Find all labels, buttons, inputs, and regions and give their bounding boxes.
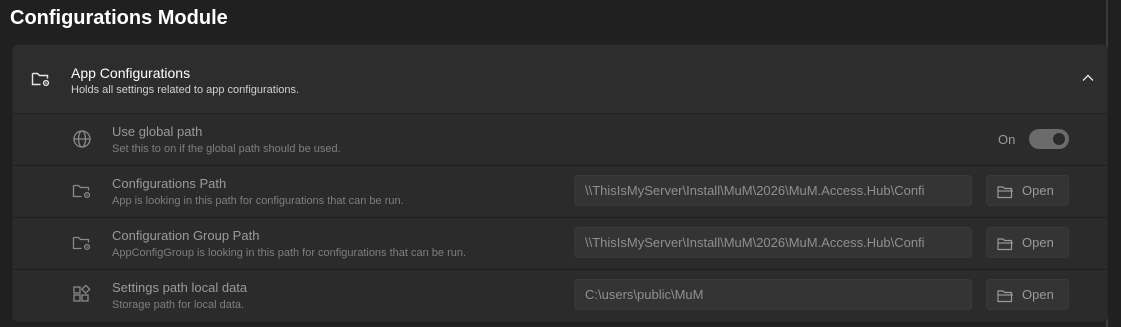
setting-title: Configuration Group Path [112, 228, 260, 243]
section-title: App Configurations [71, 65, 191, 81]
setting-title: Settings path local data [112, 280, 248, 295]
section-subtitle: Holds all settings related to app config… [71, 84, 300, 96]
setting-description: App is looking in this path for configur… [112, 195, 404, 207]
setting-description: AppConfigGroup is looking in this path f… [112, 247, 467, 259]
app-configurations-header[interactable]: App Configurations Holds all settings re… [13, 45, 1107, 114]
setting-row-configuration-group-path: Configuration Group Path AppConfigGroup … [13, 217, 1107, 269]
setting-title: Use global path [112, 124, 203, 139]
open-configuration-group-path-button[interactable]: Open [986, 227, 1069, 258]
setting-row-local-data: Settings path local data Storage path fo… [13, 269, 1107, 321]
app-configurations-panel: App Configurations Holds all settings re… [12, 44, 1108, 322]
setting-description: Storage path for local data. [112, 299, 245, 311]
open-button-label: Open [1022, 287, 1054, 302]
apps-add-icon [71, 285, 93, 305]
chevron-up-icon[interactable] [1081, 71, 1095, 85]
globe-icon [71, 129, 93, 149]
folder-open-icon [997, 237, 1014, 251]
setting-row-global-path: Use global path Set this to on if the gl… [13, 113, 1107, 165]
folder-open-icon [997, 289, 1014, 303]
folder-settings-icon [71, 181, 93, 201]
setting-title: Configurations Path [112, 176, 227, 191]
use-global-path-toggle[interactable] [1029, 129, 1069, 149]
configuration-group-path-field[interactable]: \\ThisIsMyServer\Install\MuM\2026\MuM.Ac… [574, 227, 972, 258]
setting-description: Set this to on if the global path should… [112, 143, 341, 155]
open-configurations-path-button[interactable]: Open [986, 175, 1069, 206]
open-button-label: Open [1022, 183, 1054, 198]
folder-open-icon [997, 185, 1014, 199]
setting-row-configurations-path: Configurations Path App is looking in th… [13, 165, 1107, 217]
open-button-label: Open [1022, 235, 1054, 250]
toggle-knob [1053, 133, 1065, 145]
open-local-data-path-button[interactable]: Open [986, 279, 1069, 310]
folder-settings-icon [31, 70, 51, 88]
page-title: Configurations Module [10, 7, 228, 29]
folder-settings-icon [71, 233, 93, 253]
toggle-state-label: On [998, 132, 1016, 147]
configurations-path-field[interactable]: \\ThisIsMyServer\Install\MuM\2026\MuM.Ac… [574, 175, 972, 206]
local-data-path-field[interactable]: C:\users\public\MuM [574, 279, 972, 310]
